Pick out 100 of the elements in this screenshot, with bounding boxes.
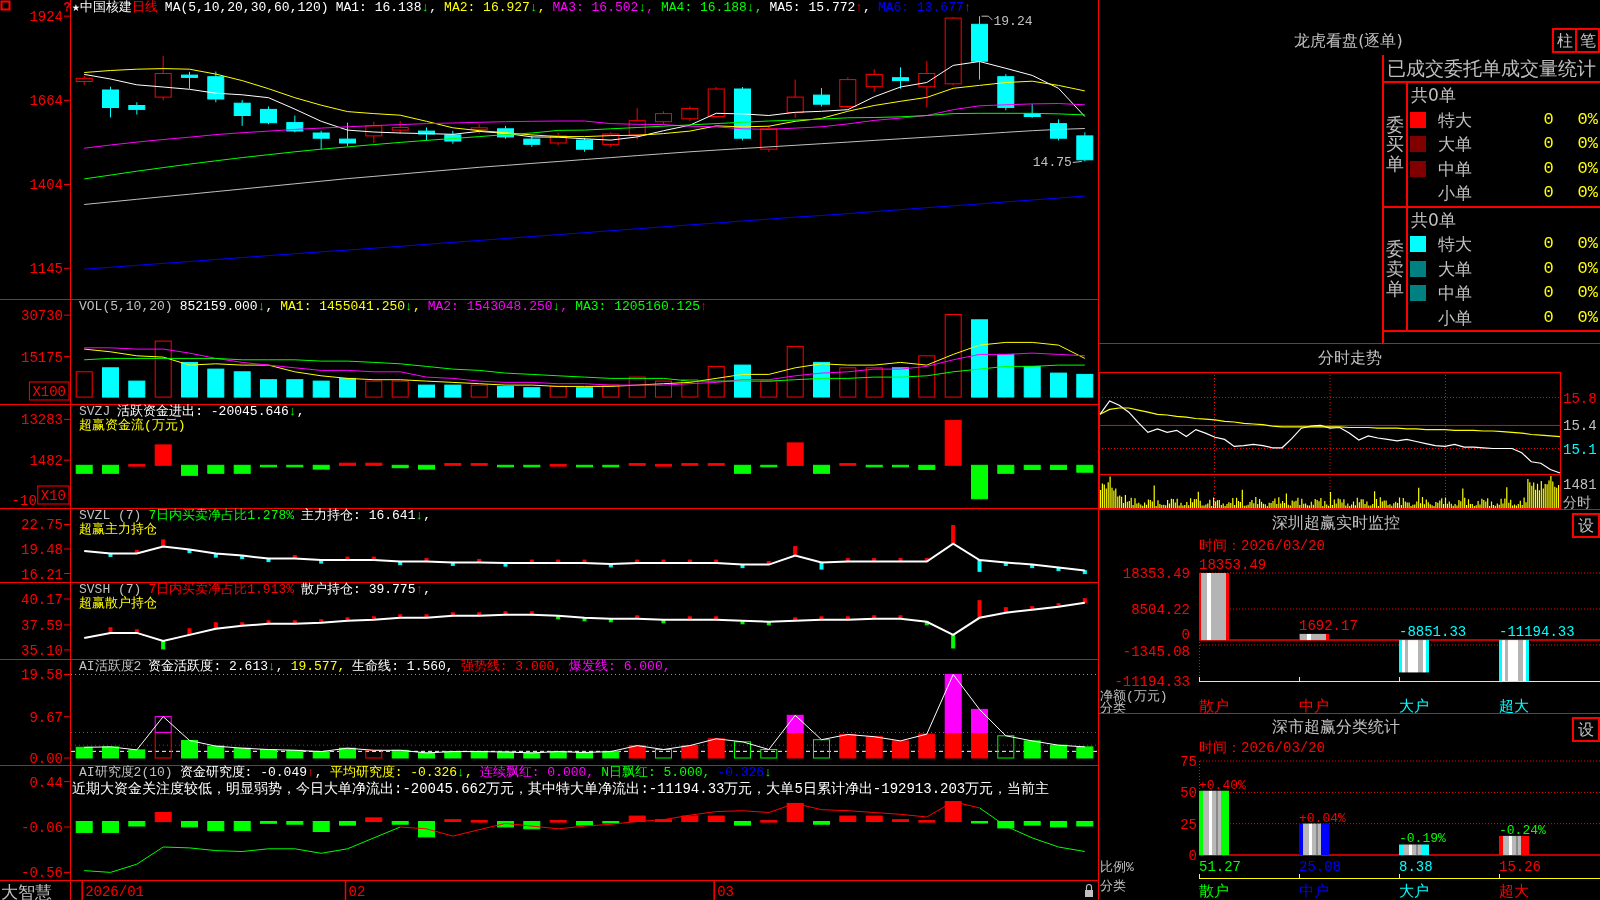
indicator-label: MA4: 16.188↓, (661, 1, 763, 15)
timestamp-label: 时间：2026/03/20 (1199, 538, 1325, 554)
axis-label: 18353.49 (1122, 566, 1190, 582)
panel-title: 龙虎看盘(逐单) (1294, 31, 1403, 50)
annotation: 19.24 (993, 14, 1033, 30)
indicator-label: 资金研究度: -0.049↑, (179, 766, 323, 780)
axis-label: 40.17 (21, 592, 63, 608)
axis-label: 0.44 (29, 774, 63, 791)
change-label: -0.19% (1399, 831, 1446, 847)
indicator-label: AI活跃度2 (79, 660, 142, 674)
stock-name: 中国核建 (79, 1, 132, 15)
order-type: 特大 (1438, 234, 1472, 255)
date-label: 2026/01 (85, 884, 144, 900)
order-type: 小单 (1438, 183, 1472, 204)
change-label: -0.24% (1499, 822, 1546, 838)
axis-label: 25 (1180, 816, 1197, 833)
indicator-label: SVSH (7) (79, 583, 142, 597)
indicator-label: 7日内买卖净占比1.913% (148, 583, 295, 597)
order-count: 0 (1543, 283, 1554, 304)
category-label: 大户 (1399, 884, 1429, 900)
indicator-label: N日飘红: 5.000, (601, 766, 711, 780)
order-percent: 0% (1577, 258, 1598, 279)
order-percent: 0% (1577, 307, 1598, 328)
indicator-label: 7日内买卖净占比1.278% (148, 509, 295, 523)
category-label: 散户 (1199, 884, 1229, 900)
order-count: 0 (1543, 234, 1554, 255)
order-percent: 0% (1577, 183, 1598, 204)
value-label: 51.27 (1199, 859, 1241, 875)
change-label: +0.04% (1299, 810, 1346, 826)
annotation: 14.75 (1032, 155, 1072, 171)
category-label: 超大 (1499, 884, 1529, 900)
order-count: 0 (1543, 258, 1554, 279)
axis-label: 35.10 (21, 642, 63, 659)
order-count: 0 (1543, 158, 1554, 179)
order-count: 0 (1543, 183, 1554, 204)
axis-label: 15.1 (1563, 441, 1597, 458)
analysis-text: 近期大资金关注度较低，明显弱势，今日大单净流出:-20045.662万元，其中特大单净流出:-11194.33万元，大单5日累计净出-192913.203万元，当前主 (72, 781, 1050, 797)
axis-label: -1345.08 (1122, 644, 1190, 660)
price-annotation: 19.24 (981, 14, 1033, 30)
indicator-label: 连续飘红: 0.000, (479, 766, 595, 780)
indicator-label: 19.577, (290, 660, 346, 674)
group-label: 委卖单 (1386, 239, 1404, 299)
indicator-label: 超赢散户持仓 (79, 597, 157, 611)
panel-title: 深市超赢分类统计 (1271, 717, 1400, 736)
order-type: 中单 (1438, 283, 1472, 304)
category-label: 大户 (1399, 699, 1429, 713)
order-count: 0 (1543, 134, 1554, 155)
total-count: 共0单 (1411, 209, 1456, 230)
order-percent: 0% (1577, 234, 1598, 255)
indicator-label: -0.326↓ (717, 766, 772, 780)
axis-label: 15.8 (1563, 390, 1597, 407)
axis-label: 1404 (29, 177, 63, 194)
category-label: 超大 (1499, 699, 1529, 713)
indicator-label: MA1: 16.138↓, (335, 1, 438, 15)
axis-label: -0.56 (21, 865, 63, 880)
axis-label: 75 (1180, 755, 1197, 770)
value-label: -11194.33 (1499, 624, 1575, 641)
indicator-label: AI研究度2(10) (79, 766, 173, 780)
indicator-label: 生命线: 1.560, (352, 660, 454, 674)
indicator-label: 852159.000↓, (179, 300, 274, 314)
indicator-label: 爆发线: 6.000, (569, 660, 671, 674)
change-label: +0.40% (1199, 777, 1246, 793)
date-label: 03 (717, 884, 734, 900)
axis-title: 分类 (1100, 701, 1126, 713)
category-label: 中户 (1299, 884, 1329, 900)
unit-label: 分时 (1563, 495, 1591, 509)
axis-label: 0 (1181, 627, 1190, 644)
indicator-label: VOL(5,10,20) (79, 300, 173, 314)
period-label: 日线 (131, 1, 158, 15)
indicator-label: MA5: 15.772↑, (769, 1, 871, 15)
axis-label: 19.48 (21, 542, 63, 558)
axis-label: -11194.33 (1114, 674, 1190, 690)
indicator-label: 散户持仓: 39.775↑, (301, 583, 432, 597)
panel-title: 分时走势 (1317, 348, 1382, 367)
order-count: 0 (1543, 307, 1554, 328)
indicator-label: 主力持仓: 16.641↓, (301, 509, 432, 523)
indicator-label: MA1: 1455041.250↓, (280, 300, 421, 314)
value-label: 8.38 (1399, 859, 1433, 875)
axis-label: 1145 (29, 261, 63, 278)
axis-label: 50 (1180, 785, 1197, 802)
indicator-label: 强势线: 3.000, (460, 660, 563, 674)
indicator-label: 平均研究度: -0.326↓, (329, 766, 473, 780)
indicator-label: 资金活跃度: 2.613↓, (148, 660, 284, 674)
axis-label: 1482 (29, 453, 63, 470)
axis-label: 13283 (21, 412, 63, 429)
indicator-label: MA3: 1205160.125↑ (575, 300, 708, 314)
timestamp-label: 时间：2026/03/20 (1199, 740, 1325, 756)
star-icon: ★ (72, 1, 80, 15)
indicator-label: 超赢主力持仓 (79, 523, 157, 537)
order-percent: 0% (1577, 134, 1598, 155)
axis-label: 22.75 (21, 517, 63, 534)
total-count: 共0单 (1411, 85, 1456, 106)
group-label: 委买单 (1386, 114, 1404, 174)
axis-label: 9.67 (29, 709, 63, 726)
value-label: -8851.33 (1399, 624, 1467, 641)
axis-label: 19.58 (21, 667, 63, 684)
axis-title: 比例% (1100, 860, 1134, 875)
axis-label: 16.21 (21, 566, 63, 582)
indicator-label: MA6: 13.677↑ (877, 1, 972, 15)
help-mark: ? (63, 1, 71, 15)
